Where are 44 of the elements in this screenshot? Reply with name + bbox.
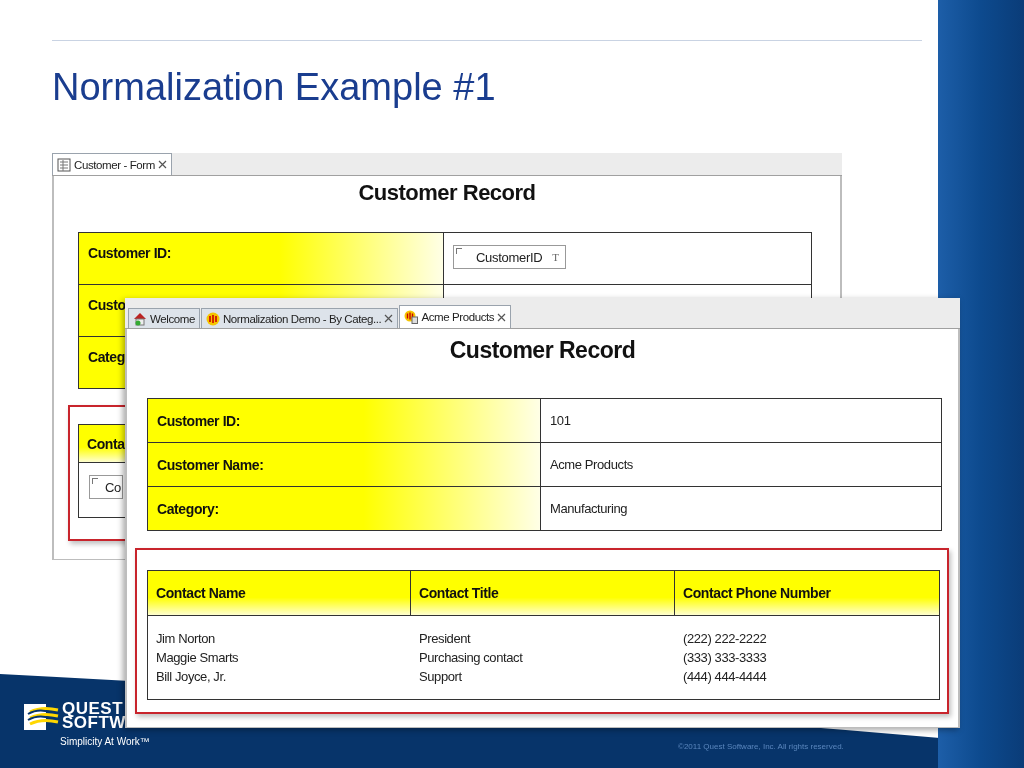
tagline: Simplicity At Work™	[60, 736, 150, 747]
field-label: Categ	[88, 349, 125, 365]
column-header: Conta	[87, 435, 125, 452]
form-heading: Customer Record	[358, 180, 536, 206]
table-cell-text: Maggie Smarts	[156, 649, 240, 667]
field-label: Category:	[157, 500, 219, 517]
close-icon[interactable]	[157, 160, 167, 169]
form-icon	[57, 157, 71, 172]
column-header: Contact Title	[419, 585, 499, 601]
field-label: Customer Name:	[157, 456, 264, 473]
field-label: Custo	[88, 297, 126, 313]
house-icon	[133, 311, 147, 326]
slide-title: Normalization Example #1	[52, 66, 496, 109]
logo-text: SOFTW	[62, 716, 127, 730]
field-label: Customer ID:	[157, 412, 241, 429]
field-value: Manufacturing	[550, 501, 628, 516]
input-field[interactable]: Co	[89, 475, 123, 499]
input-field[interactable]: CustomerID T	[453, 245, 567, 269]
logo-icon	[24, 702, 60, 732]
close-icon[interactable]	[384, 314, 394, 323]
field-value: 101	[550, 413, 571, 428]
database-icon	[205, 311, 220, 326]
column-header: Contact Name	[156, 585, 246, 601]
table-cell-text: (222) 222-2222	[683, 630, 768, 648]
table-cell-text: (333) 333-3333	[683, 649, 768, 667]
logo-text: QUEST	[62, 702, 124, 716]
tab[interactable]: Customer - Form	[52, 153, 172, 175]
table-cell-text: President	[419, 630, 472, 648]
table-cell-text: Bill Joyce, Jr.	[156, 668, 227, 686]
form-heading: Customer Record	[449, 337, 636, 364]
table-cell-text: Purchasing contact	[419, 649, 524, 667]
tab[interactable]: Acme Products	[399, 305, 512, 328]
table-cell-text: (444) 444-4444	[683, 668, 768, 686]
table-cell-text: Support	[419, 668, 463, 686]
field-label: Customer ID:	[88, 245, 172, 261]
column-header: Contact Phone Number	[683, 585, 831, 601]
copyright-text: ©2011 Quest Software, Inc. All rights reserved.	[678, 742, 844, 751]
table-cell-text: Jim Norton	[156, 630, 216, 648]
field-value: Acme Products	[550, 457, 633, 472]
field-marker: T	[552, 251, 560, 263]
tab[interactable]: Normalization Demo - By Categ...	[200, 308, 399, 328]
tab[interactable]: Welcome	[128, 308, 200, 328]
database-icon	[404, 310, 419, 324]
close-icon[interactable]	[497, 312, 507, 322]
